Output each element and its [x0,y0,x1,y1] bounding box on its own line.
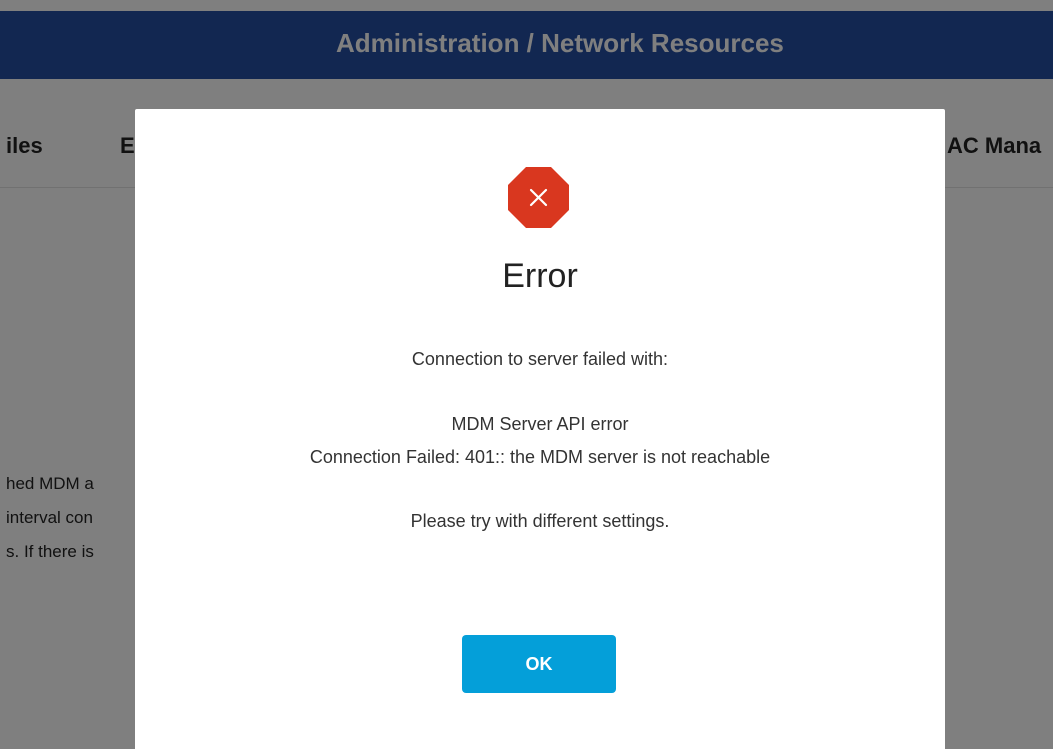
ok-button[interactable]: OK [462,635,616,693]
dialog-title: Error [502,257,578,295]
dialog-hint: Please try with different settings. [410,511,670,531]
dialog-error-detail: Connection Failed: 401:: the MDM server … [309,447,771,467]
dialog-error-name: MDM Server API error [451,414,629,434]
app-window: Administration / Network Resources iles … [0,0,1053,749]
error-x-icon [508,167,569,228]
dialog-message-intro: Connection to server failed with: [411,349,669,369]
error-dialog: Error Connection to server failed with: … [135,109,945,749]
